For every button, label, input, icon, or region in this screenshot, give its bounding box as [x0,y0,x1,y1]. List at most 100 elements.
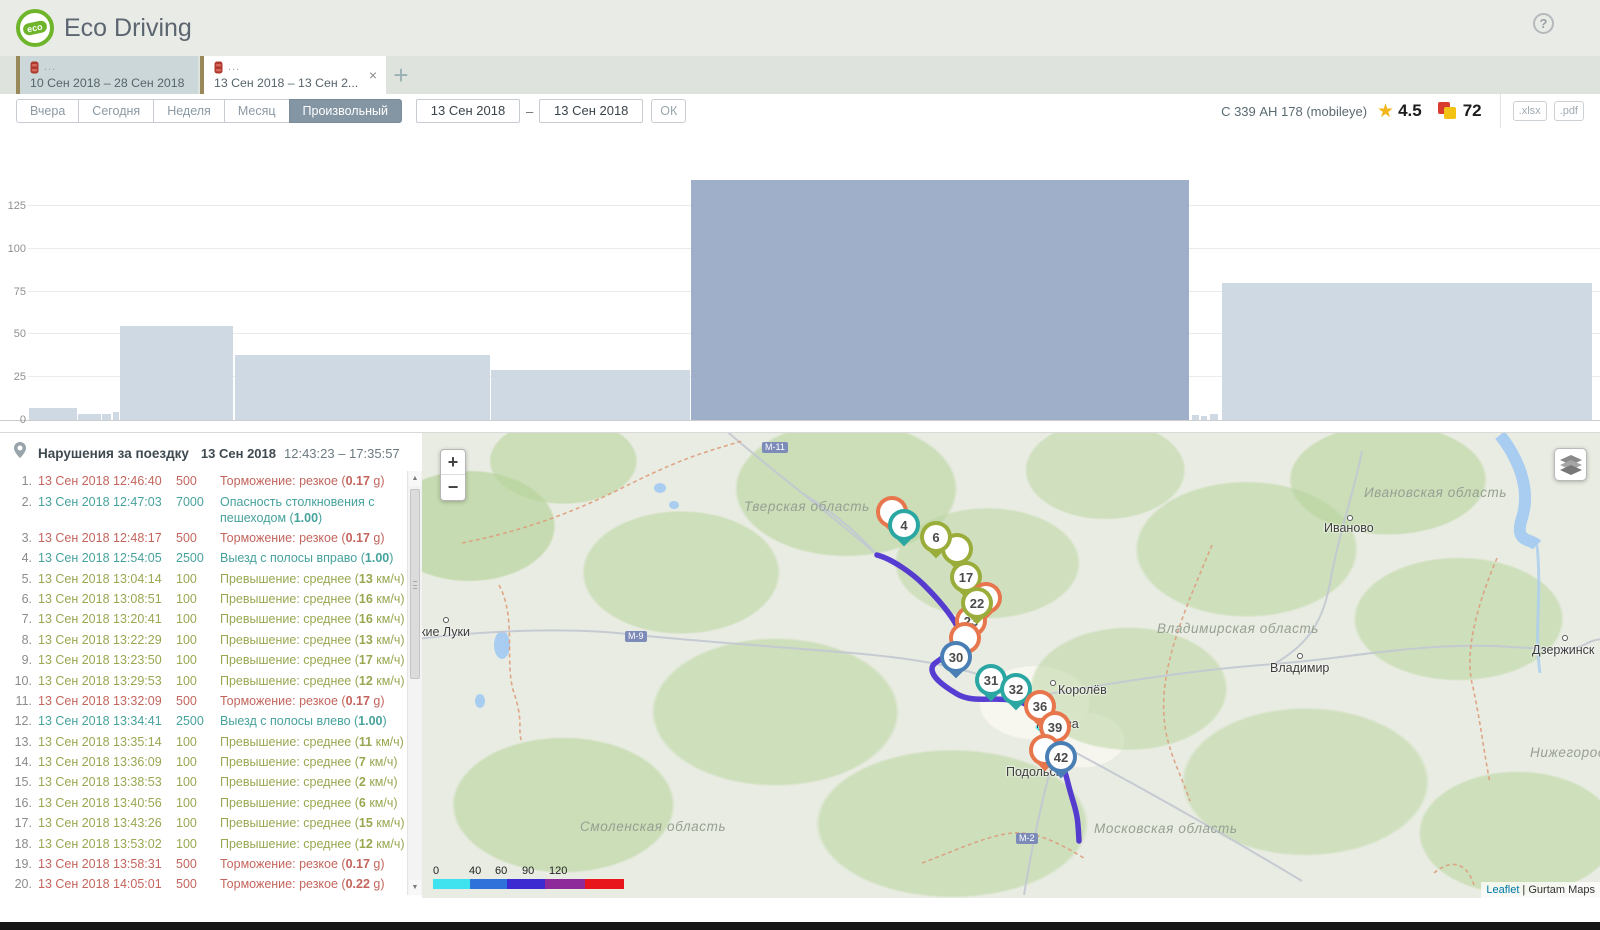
trips-bar-chart[interactable]: 0255075100125 [0,128,1600,421]
violation-row[interactable]: 7.13 Сен 2018 13:20:41100Превышение: сре… [0,609,407,629]
chart-bar[interactable] [102,414,111,420]
export-xlsx-button[interactable]: .xlsx [1513,101,1547,121]
chart-bar[interactable] [1201,416,1207,420]
violation-row[interactable]: 8.13 Сен 2018 13:22:29100Превышение: сре… [0,630,407,650]
violation-row[interactable]: 19.13 Сен 2018 13:58:31500Торможение: ре… [0,854,407,874]
close-tab-icon[interactable]: × [369,69,377,81]
violation-datetime: 13 Сен 2018 13:38:53 [38,774,170,790]
violation-description: Превышение: среднее (13 км/ч) [220,632,407,648]
scroll-up-icon[interactable]: ▲ [409,471,421,486]
violation-index: 18. [4,836,32,852]
map-marker-number: 6 [924,525,948,549]
os-taskbar[interactable] [0,922,1600,930]
range-button-4[interactable]: Месяц [224,99,290,123]
violation-datetime: 13 Сен 2018 13:40:56 [38,795,170,811]
violation-penalty: 100 [176,571,214,587]
map-marker-22[interactable]: 22 [961,587,993,619]
chart-bar[interactable] [78,414,100,420]
chart-bar-selected[interactable] [691,180,1189,420]
zoom-in-button[interactable]: + [441,450,465,475]
violation-row[interactable]: 11.13 Сен 2018 13:32:09500Торможение: ре… [0,691,407,711]
range-button-1[interactable]: Вчера [16,99,79,123]
scroll-down-icon[interactable]: ▼ [409,880,421,895]
range-button-5[interactable]: Произвольный [289,99,402,123]
range-button-2[interactable]: Сегодня [78,99,154,123]
violation-row[interactable]: 5.13 Сен 2018 13:04:14100Превышение: сре… [0,569,407,589]
violation-row[interactable]: 3.13 Сен 2018 12:48:17500Торможение: рез… [0,528,407,548]
violation-row[interactable]: 9.13 Сен 2018 13:23:50100Превышение: сре… [0,650,407,670]
chart-bar[interactable] [491,370,689,420]
violation-row[interactable]: 13.13 Сен 2018 13:35:14100Превышение: ср… [0,732,407,752]
violation-row[interactable]: 10.13 Сен 2018 13:29:53100Превышение: ср… [0,670,407,690]
map-marker-4[interactable]: 4 [888,509,920,541]
leaflet-link[interactable]: Leaflet [1486,884,1519,896]
date-to-input[interactable]: 13 Сен 2018 [539,99,643,123]
chart-bar[interactable] [120,326,233,420]
y-axis-tick-label: 50 [4,327,26,341]
violation-datetime: 13 Сен 2018 13:34:41 [38,713,170,729]
speed-legend-segment [433,879,470,889]
violation-row[interactable]: 2.13 Сен 2018 12:47:037000Опасность стол… [0,491,407,527]
new-tab-button[interactable]: + [386,56,416,94]
violations-count: 72 [1463,101,1482,121]
map-marker-number: 32 [1004,677,1028,701]
trip-details-panel: Нарушения за поездку 13 Сен 2018 12:43:2… [0,432,1600,897]
scrollbar-thumb[interactable] [410,489,420,679]
violation-row[interactable]: 12.13 Сен 2018 13:34:412500Выезд с полос… [0,711,407,731]
range-button-3[interactable]: Неделя [153,99,225,123]
app-header: eco Eco Driving ? [0,0,1600,56]
date-from-input[interactable]: 13 Сен 2018 [416,99,520,123]
violation-row[interactable]: 14.13 Сен 2018 13:36:09100Превышение: ср… [0,752,407,772]
violation-index: 2. [4,494,32,526]
zoom-out-button[interactable]: − [441,475,465,500]
violation-index: 5. [4,571,32,587]
violation-description: Превышение: среднее (11 км/ч) [220,734,407,750]
violation-index: 3. [4,530,32,546]
violation-row[interactable]: 20.13 Сен 2018 14:05:01500Торможение: ре… [0,874,407,894]
violation-datetime: 13 Сен 2018 13:23:50 [38,652,170,668]
violation-description: Превышение: среднее (12 км/ч) [220,836,407,852]
violations-list-header: Нарушения за поездку 13 Сен 2018 12:43:2… [14,442,400,461]
location-pin-icon [14,442,26,458]
chart-bar[interactable] [29,408,77,420]
violation-description: Превышение: среднее (17 км/ч) [220,652,407,668]
map-marker-6[interactable]: 6 [920,521,952,553]
tab-report-2[interactable]: ... 13 Сен 2018 – 13 Сен 2... × [200,56,386,94]
apply-dates-button[interactable]: ОК [651,99,686,123]
page-title: Eco Driving [64,14,192,43]
violation-row[interactable]: 15.13 Сен 2018 13:38:53100Превышение: ср… [0,772,407,792]
violation-index: 13. [4,734,32,750]
speed-legend-segment [585,879,624,889]
violation-description: Превышение: среднее (7 км/ч) [220,754,407,770]
tab-report-1[interactable]: ... 10 Сен 2018 – 28 Сен 2018 [16,56,198,94]
violation-row[interactable]: 1.13 Сен 2018 12:46:40500Торможение: рез… [0,471,407,491]
map-marker-number: 22 [965,591,989,615]
map-layers-button[interactable] [1554,448,1587,481]
violation-datetime: 13 Сен 2018 13:20:41 [38,611,170,627]
y-axis-tick-label: 25 [4,370,26,384]
help-icon[interactable]: ? [1533,13,1554,34]
trip-time-range: 12:43:23 – 17:35:57 [284,446,400,461]
violation-index: 15. [4,774,32,790]
violation-row[interactable]: 6.13 Сен 2018 13:08:51100Превышение: сре… [0,589,407,609]
violation-row[interactable]: 18.13 Сен 2018 13:53:02100Превышение: ср… [0,833,407,853]
violation-datetime: 13 Сен 2018 12:46:40 [38,473,170,489]
list-scrollbar[interactable]: ▲ ▼ [407,471,422,895]
chart-bar[interactable] [1210,414,1218,420]
chart-bar[interactable] [1192,415,1199,420]
chart-bar[interactable] [1222,283,1592,420]
attribution-separator: | [1519,884,1528,896]
violation-row[interactable]: 4.13 Сен 2018 12:54:052500Выезд с полосы… [0,548,407,568]
chart-bar[interactable] [113,412,119,420]
export-pdf-button[interactable]: .pdf [1554,101,1584,121]
map-marker-number: 4 [892,513,916,537]
chart-bar[interactable] [235,355,489,420]
violation-row[interactable]: 17.13 Сен 2018 13:43:26100Превышение: ср… [0,813,407,833]
map[interactable]: Тверская областьИвановская областьИванов… [422,433,1600,898]
violation-index: 12. [4,713,32,729]
violation-description: Превышение: среднее (2 км/ч) [220,774,407,790]
map-marker-42[interactable]: 42 [1045,741,1077,773]
violation-datetime: 13 Сен 2018 13:36:09 [38,754,170,770]
map-marker-30[interactable]: 30 [940,641,972,673]
violation-row[interactable]: 16.13 Сен 2018 13:40:56100Превышение: ср… [0,793,407,813]
